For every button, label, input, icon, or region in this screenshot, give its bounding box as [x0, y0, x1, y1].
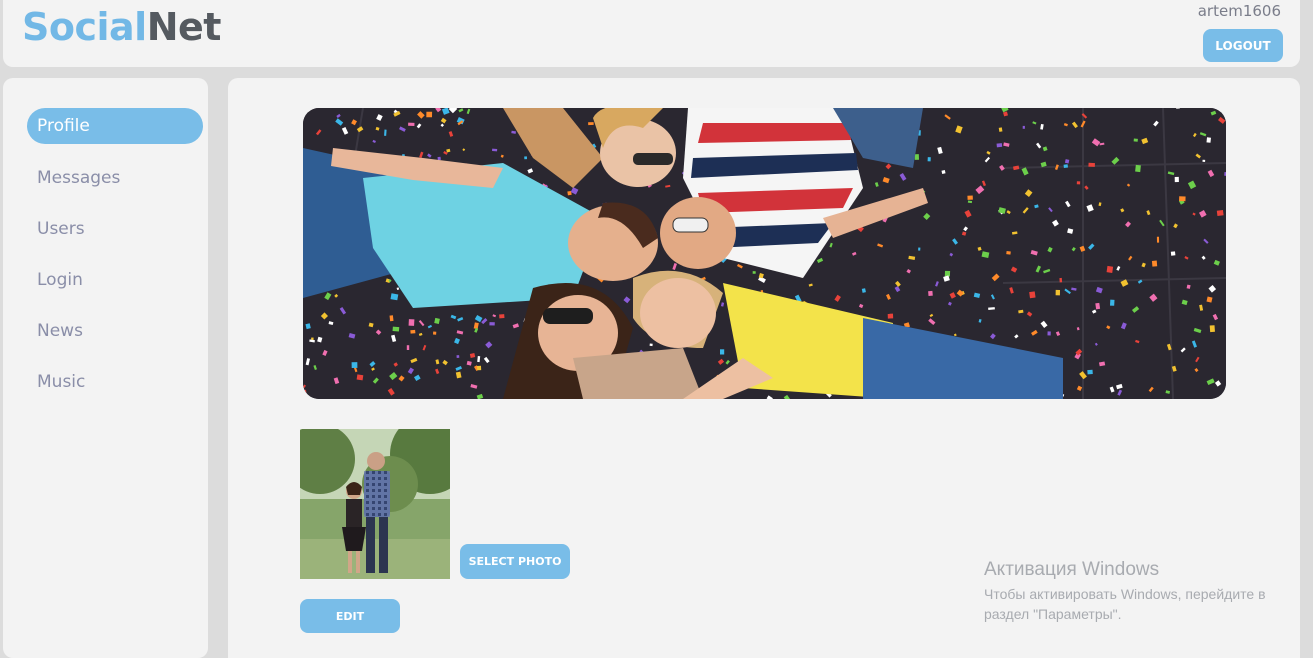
- main-content: SELECT PHOTO EDIT: [228, 78, 1300, 658]
- select-photo-button[interactable]: SELECT PHOTO: [460, 544, 570, 579]
- header: SocialNet artem1606 LOGOUT: [3, 0, 1300, 67]
- username: artem1606: [1197, 2, 1281, 20]
- edit-button[interactable]: EDIT: [300, 599, 400, 633]
- profile-banner-image: [303, 108, 1226, 399]
- sidebar: Profile Messages Users Login News Music: [3, 78, 208, 658]
- sidebar-item-users[interactable]: Users: [27, 211, 203, 247]
- sidebar-item-messages[interactable]: Messages: [27, 160, 203, 196]
- sidebar-item-profile[interactable]: Profile: [27, 108, 203, 144]
- profile-avatar-image: [300, 429, 450, 579]
- logo[interactable]: SocialNet: [22, 5, 221, 49]
- sidebar-item-login[interactable]: Login: [27, 262, 203, 298]
- sidebar-item-music[interactable]: Music: [27, 364, 203, 400]
- logout-button[interactable]: LOGOUT: [1203, 29, 1283, 62]
- sidebar-item-news[interactable]: News: [27, 313, 203, 349]
- logo-part-net: Net: [146, 5, 222, 49]
- logo-part-social: Social: [22, 5, 147, 49]
